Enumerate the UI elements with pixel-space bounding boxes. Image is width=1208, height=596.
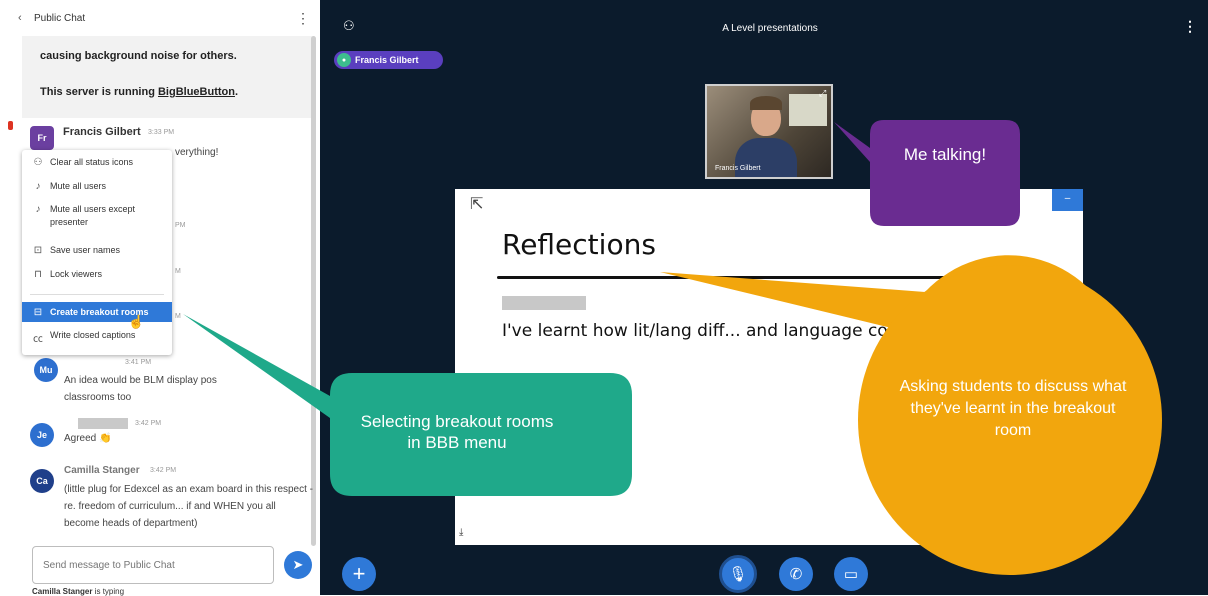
microphone-icon: 🎙 [728,566,748,583]
callout-me-shape [834,120,1020,226]
callout-me-text: Me talking! [903,145,987,164]
callout-green-text: Selecting breakout rooms in BBB menu [360,412,554,452]
callout-green-shape [183,314,632,496]
microphone-button[interactable]: 🎙 [719,555,757,593]
camera-icon: ▭ [843,566,859,583]
phone-icon: ✆ [789,566,803,583]
callout-orange-text: Asking students to discuss what they've … [899,378,1127,439]
actions-plus-button[interactable]: + [342,557,376,591]
annotation-layer [183,120,1162,575]
phone-button[interactable]: ✆ [779,557,813,591]
camera-button[interactable]: ▭ [834,557,868,591]
